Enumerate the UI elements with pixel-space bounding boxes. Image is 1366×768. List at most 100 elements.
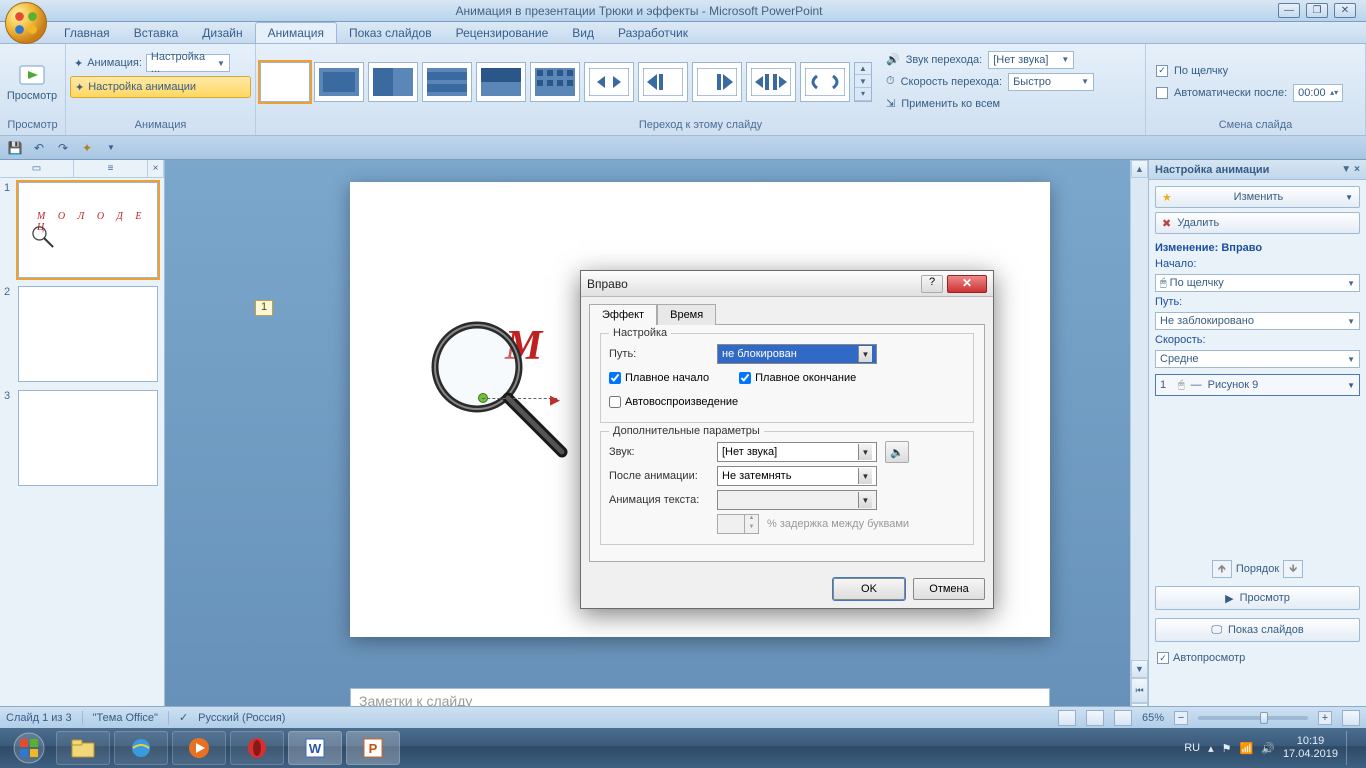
qat-customize[interactable]: ✦ — [78, 139, 96, 157]
transition-sound-combo[interactable]: [Нет звука]▼ — [988, 51, 1074, 69]
transition-item[interactable] — [368, 62, 418, 102]
transition-speed-combo[interactable]: Быстро▼ — [1008, 73, 1094, 91]
custom-animation-button[interactable]: ✦ Настройка анимации — [70, 76, 251, 98]
tab-developer[interactable]: Разработчик — [606, 23, 700, 43]
slideshow-view-button[interactable] — [1114, 710, 1132, 726]
dialog-cancel-button[interactable]: Отмена — [913, 578, 985, 600]
path-combo[interactable]: Не заблокировано▼ — [1155, 312, 1360, 330]
apply-to-all-button[interactable]: ⇲Применить ко всем — [886, 94, 1094, 114]
office-button[interactable] — [5, 2, 47, 44]
tab-animation[interactable]: Анимация — [255, 22, 337, 43]
zoom-slider[interactable] — [1198, 716, 1308, 720]
effect-list-item[interactable]: 1 🖱 — Рисунок 9 ▼ — [1155, 374, 1360, 396]
remove-effect-button[interactable]: ✖Удалить — [1155, 212, 1360, 234]
dialog-tab-timing[interactable]: Время — [657, 304, 716, 325]
start-button[interactable] — [6, 731, 52, 765]
undo-button[interactable]: ↶ — [30, 139, 48, 157]
minimize-button[interactable]: — — [1278, 3, 1300, 18]
transition-item[interactable] — [422, 62, 472, 102]
tray-flag-icon[interactable]: ⚑ — [1222, 742, 1232, 755]
auto-after-checkbox[interactable] — [1156, 87, 1168, 99]
dialog-after-combo[interactable]: Не затемнять▼ — [717, 466, 877, 486]
panel-tab-outline[interactable]: ≡ — [74, 160, 148, 177]
tab-slideshow[interactable]: Показ слайдов — [337, 23, 444, 43]
transition-item[interactable] — [692, 62, 742, 102]
scroll-down[interactable]: ▼ — [1131, 660, 1148, 678]
transition-item[interactable] — [584, 62, 634, 102]
maximize-button[interactable]: ❐ — [1306, 3, 1328, 18]
taskbar-powerpoint[interactable]: P — [346, 731, 400, 765]
transition-item[interactable] — [476, 62, 526, 102]
tray-clock[interactable]: 10:19 17.04.2019 — [1283, 735, 1338, 761]
qat-dropdown[interactable]: ▼ — [102, 139, 120, 157]
slide-thumb-1[interactable]: 1 М О Л О Д Е Ц — [4, 182, 160, 278]
fit-to-window[interactable] — [1342, 710, 1360, 726]
slide-thumb-2[interactable]: 2 — [4, 286, 160, 382]
taskbar-word[interactable]: W — [288, 731, 342, 765]
transition-item[interactable] — [530, 62, 580, 102]
dialog-tab-effect[interactable]: Эффект — [589, 304, 657, 325]
redo-button[interactable]: ↷ — [54, 139, 72, 157]
autoreverse-checkbox[interactable] — [609, 396, 621, 408]
animation-dropdown[interactable]: ✦ Анимация: Настройка ...▼ — [70, 52, 251, 74]
tray-show-hidden[interactable]: ▴ — [1208, 742, 1214, 755]
transition-none[interactable] — [260, 62, 310, 102]
tab-insert[interactable]: Вставка — [122, 23, 191, 43]
dialog-ok-button[interactable]: OK — [833, 578, 905, 600]
taskbar-opera[interactable] — [230, 731, 284, 765]
auto-after-time[interactable]: 00:00▴▾ — [1293, 84, 1343, 102]
on-click-checkbox[interactable]: ✓ — [1156, 65, 1168, 77]
spellcheck-icon[interactable]: ✓ — [179, 711, 188, 724]
close-button[interactable]: ✕ — [1334, 3, 1356, 18]
dialog-sound-combo[interactable]: [Нет звука]▼ — [717, 442, 877, 462]
zoom-in[interactable]: + — [1318, 711, 1332, 725]
slideshow-button[interactable]: 🖵Показ слайдов — [1155, 618, 1360, 642]
effect-menu[interactable]: ▼ — [1347, 381, 1355, 390]
tab-home[interactable]: Главная — [52, 23, 122, 43]
panel-close[interactable]: × — [148, 160, 164, 177]
taskbar-mediaplayer[interactable] — [172, 731, 226, 765]
transition-item[interactable] — [314, 62, 364, 102]
save-button[interactable]: 💾 — [6, 139, 24, 157]
tray-volume-icon[interactable]: 🔊 — [1261, 742, 1275, 755]
start-combo[interactable]: 🖱 По щелчку▼ — [1155, 274, 1360, 292]
smooth-end-checkbox[interactable] — [739, 372, 751, 384]
show-desktop[interactable] — [1346, 731, 1354, 765]
move-up[interactable]: 🡹 — [1212, 560, 1232, 578]
tray-network-icon[interactable]: 📶 — [1240, 742, 1254, 755]
speed-combo[interactable]: Средне▼ — [1155, 350, 1360, 368]
zoom-out[interactable]: − — [1174, 711, 1188, 725]
sound-volume-button[interactable]: 🔈 — [885, 441, 909, 463]
language-status[interactable]: Русский (Россия) — [198, 712, 285, 724]
change-effect-button[interactable]: ★Изменить▼ — [1155, 186, 1360, 208]
move-down[interactable]: 🡻 — [1283, 560, 1303, 578]
motion-path[interactable] — [482, 398, 557, 399]
preview-button[interactable]: Просмотр — [4, 47, 60, 117]
transition-item[interactable] — [800, 62, 850, 102]
pane-close[interactable]: × — [1354, 164, 1360, 175]
dialog-help[interactable]: ? — [921, 275, 943, 293]
dialog-close[interactable]: ✕ — [947, 275, 987, 293]
transition-gallery-more[interactable]: ▲▼▾ — [854, 62, 872, 102]
smooth-start-checkbox[interactable] — [609, 372, 621, 384]
slide-thumb-3[interactable]: 3 — [4, 390, 160, 486]
vertical-scrollbar[interactable]: ▲ ▼ — [1130, 160, 1148, 678]
tray-lang[interactable]: RU — [1184, 742, 1200, 754]
sorter-view-button[interactable] — [1086, 710, 1104, 726]
panel-tab-slides[interactable]: ▭ — [0, 160, 74, 177]
play-button[interactable]: ▶Просмотр — [1155, 586, 1360, 610]
zoom-value[interactable]: 65% — [1142, 712, 1164, 724]
transition-item[interactable] — [746, 62, 796, 102]
taskbar-explorer[interactable] — [56, 731, 110, 765]
tab-design[interactable]: Дизайн — [190, 23, 254, 43]
autopreview-checkbox[interactable]: ✓ — [1157, 652, 1169, 664]
transition-item[interactable] — [638, 62, 688, 102]
dialog-path-combo[interactable]: не блокирован▼ — [717, 344, 877, 364]
taskbar-ie[interactable] — [114, 731, 168, 765]
path-end-marker[interactable]: ▶ — [550, 392, 560, 408]
tab-review[interactable]: Рецензирование — [444, 23, 561, 43]
pane-menu[interactable]: ▼ — [1341, 164, 1351, 175]
tab-view[interactable]: Вид — [560, 23, 606, 43]
normal-view-button[interactable] — [1058, 710, 1076, 726]
scroll-up[interactable]: ▲ — [1131, 160, 1148, 178]
